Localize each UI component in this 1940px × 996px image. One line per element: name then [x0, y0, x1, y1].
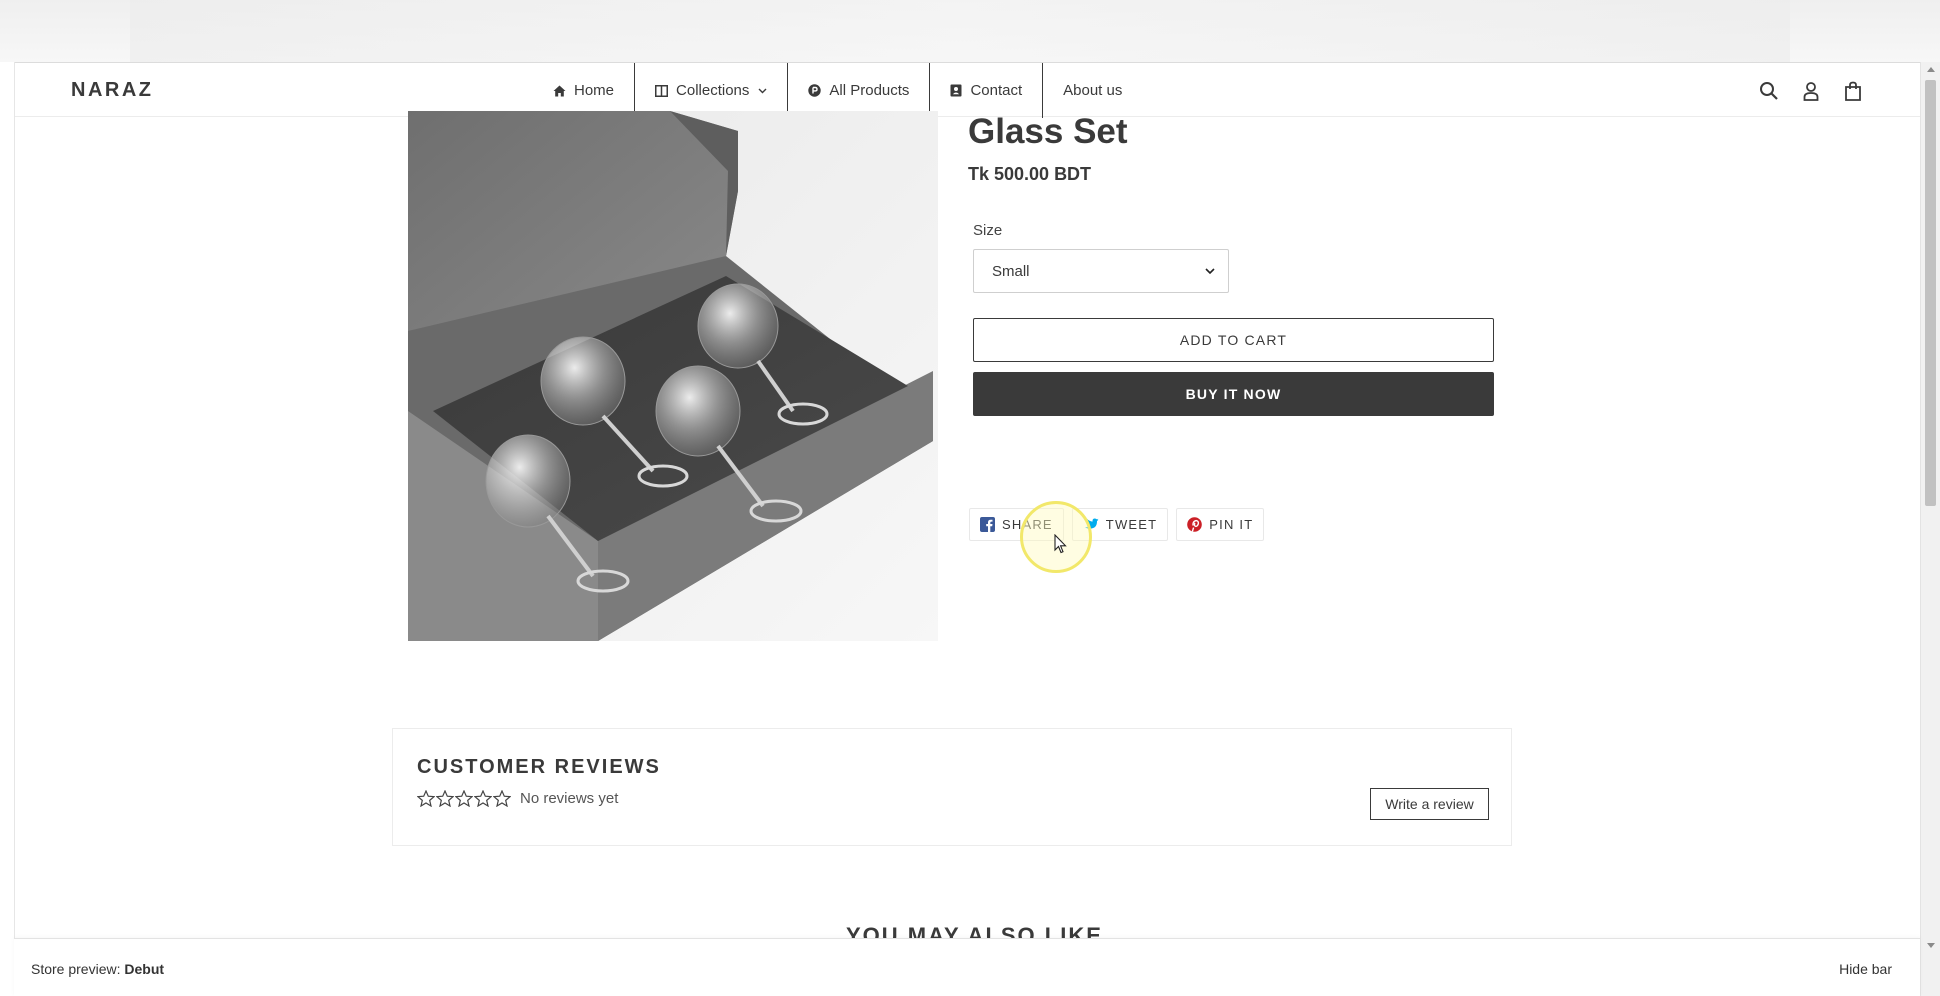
browser-top-strip	[0, 0, 1940, 62]
reviews-empty-text: No reviews yet	[520, 790, 619, 807]
write-review-button[interactable]: Write a review	[1370, 788, 1489, 820]
page-scrollbar[interactable]	[1920, 62, 1940, 996]
share-twitter-label: TWEET	[1105, 517, 1158, 532]
nav-item-collections[interactable]: Collections	[634, 63, 787, 118]
share-buttons: SHARE TWEET PIN IT	[969, 508, 1265, 541]
pinterest-icon	[1187, 517, 1203, 532]
home-icon	[553, 85, 566, 97]
size-select-value: Small	[992, 262, 1030, 280]
nav-item-contact[interactable]: Contact	[929, 63, 1042, 118]
site-header: NARAZ Home Collections All Products Cont…	[15, 62, 1921, 118]
store-preview-bar: Store preview: Debut Hide bar	[14, 938, 1920, 996]
star-empty-icon	[492, 789, 512, 812]
share-pinterest-label: PIN IT	[1209, 517, 1254, 532]
cart-icon[interactable]	[1843, 81, 1863, 101]
buy-it-now-button[interactable]: BUY IT NOW	[973, 372, 1494, 416]
scrollbar-thumb[interactable]	[1925, 80, 1936, 506]
scroll-up-icon[interactable]	[1927, 67, 1935, 72]
product-image[interactable]	[408, 111, 938, 641]
nav-label-about: About us	[1063, 82, 1123, 99]
main-nav: Home Collections All Products Contact Ab…	[523, 63, 1142, 118]
account-icon[interactable]	[1801, 81, 1821, 101]
product-title: Glass Set	[968, 112, 1128, 151]
star-empty-icon	[416, 789, 436, 812]
header-icons	[1759, 81, 1863, 101]
columns-icon	[655, 84, 669, 97]
nav-item-home[interactable]: Home	[523, 63, 634, 118]
store-preview-label: Store preview: Debut	[31, 961, 164, 977]
site-logo[interactable]: NARAZ	[71, 79, 154, 102]
size-label: Size	[973, 222, 1003, 239]
customer-reviews-section: CUSTOMER REVIEWS No reviews yet Write a …	[392, 728, 1512, 846]
nav-item-about[interactable]: About us	[1042, 63, 1142, 118]
nav-label-collections: Collections	[676, 82, 750, 99]
star-empty-icon	[435, 789, 455, 812]
chevron-down-icon	[758, 88, 767, 94]
search-icon[interactable]	[1759, 81, 1779, 101]
scroll-down-icon[interactable]	[1927, 943, 1935, 948]
preview-label-prefix: Store preview:	[31, 961, 121, 977]
chevron-down-icon	[1204, 264, 1216, 282]
add-to-cart-button[interactable]: ADD TO CART	[973, 318, 1494, 362]
rating-stars	[416, 789, 512, 812]
facebook-icon	[980, 517, 995, 532]
hide-bar-button[interactable]: Hide bar	[1839, 961, 1892, 977]
preview-theme-name: Debut	[124, 961, 165, 977]
nav-label-contact: Contact	[970, 82, 1023, 99]
share-pinterest-button[interactable]: PIN IT	[1176, 508, 1265, 541]
star-empty-icon	[454, 789, 474, 812]
product-price: Tk 500.00 BDT	[968, 164, 1092, 184]
contact-card-icon	[950, 84, 962, 97]
nav-item-all-products[interactable]: All Products	[787, 63, 929, 118]
nav-label-home: Home	[574, 82, 615, 99]
page-frame: NARAZ Home Collections All Products Cont…	[14, 62, 1921, 996]
mouse-cursor-icon	[1054, 533, 1067, 559]
star-empty-icon	[473, 789, 493, 812]
reviews-title: CUSTOMER REVIEWS	[417, 756, 661, 778]
nav-label-all-products: All Products	[829, 82, 910, 99]
product-circle-icon	[808, 84, 822, 97]
size-select[interactable]: Small	[973, 249, 1229, 293]
